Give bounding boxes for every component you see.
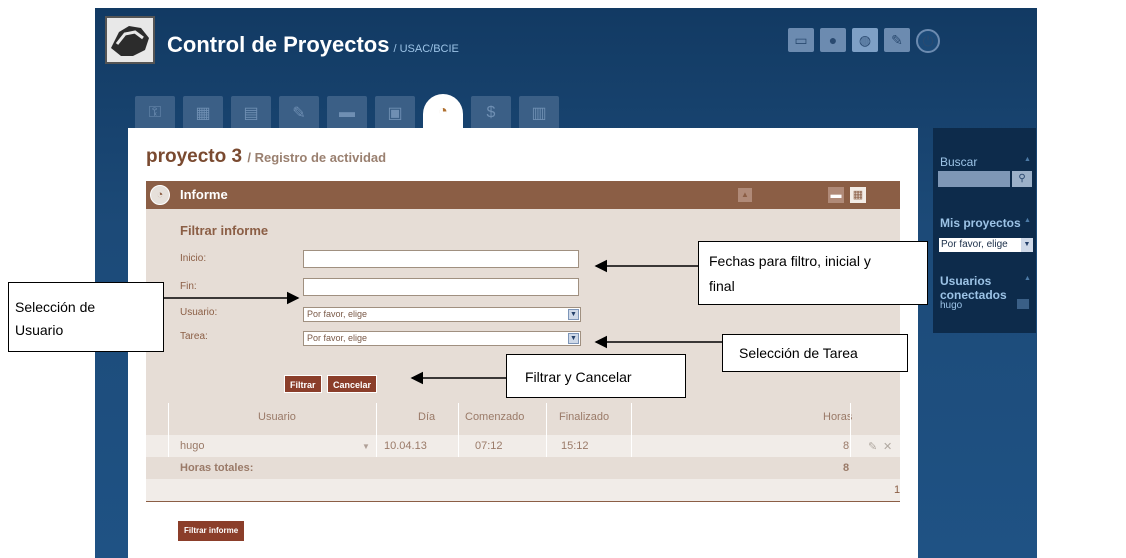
annotation-arrows: [164, 259, 722, 385]
